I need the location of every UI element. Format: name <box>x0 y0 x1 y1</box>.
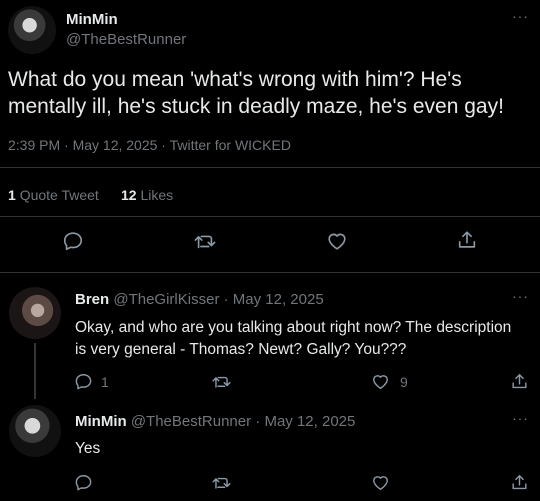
more-icon[interactable]: ··· <box>512 8 529 24</box>
reply-date[interactable]: · May 12, 2025 <box>255 413 355 430</box>
thread-line <box>34 343 36 399</box>
display-name[interactable]: MinMin <box>66 11 118 28</box>
avatar-bren[interactable] <box>9 287 61 339</box>
likes-link[interactable]: 12 Likes <box>121 187 173 203</box>
tweet-text: What do you mean 'what's wrong with him'… <box>8 66 533 120</box>
more-icon[interactable]: ··· <box>512 288 529 304</box>
quote-count: 1 <box>8 187 16 203</box>
retweet-icon[interactable] <box>193 230 217 252</box>
like-icon[interactable] <box>371 473 390 492</box>
reply-count: 1 <box>101 374 109 390</box>
share-icon[interactable] <box>456 229 478 251</box>
handle[interactable]: @TheBestRunner <box>131 413 251 430</box>
tweet-text-line: What do you mean 'what's wrong with him'… <box>8 68 462 91</box>
divider <box>0 167 540 168</box>
retweet-icon[interactable] <box>211 473 232 492</box>
tweet-text-line: mentally ill, he's stuck in deadly maze,… <box>8 95 504 118</box>
quote-tweets-link[interactable]: 1 Quote Tweet <box>8 187 99 203</box>
retweet-icon[interactable] <box>211 372 232 391</box>
avatar-minmin[interactable] <box>8 6 56 54</box>
reply-icon[interactable] <box>74 473 93 492</box>
like-label: Likes <box>140 187 174 203</box>
display-name[interactable]: Bren <box>75 291 109 308</box>
handle[interactable]: @TheGirlKisser <box>113 291 219 308</box>
reply-text-line: Okay, and who are you talking about righ… <box>75 319 512 336</box>
reply-icon[interactable] <box>62 230 84 252</box>
like-count: 12 <box>121 187 137 203</box>
share-icon[interactable] <box>510 372 529 391</box>
like-count: 9 <box>400 374 408 390</box>
divider <box>0 216 540 217</box>
handle[interactable]: @TheBestRunner <box>66 31 186 48</box>
reply-date[interactable]: · May 12, 2025 <box>224 291 324 308</box>
reply-icon[interactable] <box>74 372 93 391</box>
reply-text: Okay, and who are you talking about righ… <box>75 317 535 361</box>
share-icon[interactable] <box>510 473 529 492</box>
like-icon[interactable] <box>371 372 390 391</box>
like-icon[interactable] <box>326 230 348 252</box>
tweet-meta[interactable]: 2:39 PM · May 12, 2025 · Twitter for WIC… <box>8 137 291 153</box>
avatar-minmin[interactable] <box>9 405 61 457</box>
reply-text-line: is very general - Thomas? Newt? Gally? Y… <box>75 341 407 358</box>
reply-text: Yes <box>75 440 101 457</box>
reply-header: MinMin @TheBestRunner · May 12, 2025 <box>75 413 355 430</box>
display-name[interactable]: MinMin <box>75 413 127 430</box>
reply-header: Bren @TheGirlKisser · May 12, 2025 <box>75 291 324 308</box>
more-icon[interactable]: ··· <box>512 410 529 426</box>
quote-label: Quote Tweet <box>19 187 99 203</box>
divider <box>0 272 540 273</box>
